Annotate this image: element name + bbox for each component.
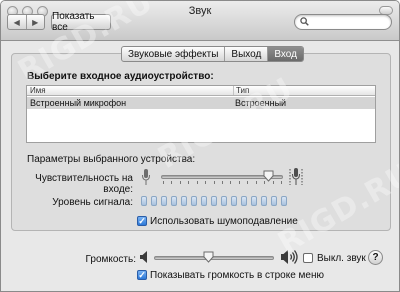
device-type: Встроенный xyxy=(235,98,287,108)
slider-tick xyxy=(255,181,257,184)
noise-reduction-checkbox[interactable]: ✓ xyxy=(137,216,147,226)
signal-level-bar xyxy=(141,196,147,206)
signal-level-bar xyxy=(261,196,267,206)
tab-sound-effects[interactable]: Звуковые эффекты xyxy=(122,47,224,61)
column-header-type[interactable]: Тип xyxy=(233,86,249,95)
speaker-high-icon xyxy=(281,250,298,264)
microphone-high-icon xyxy=(289,168,303,185)
search-field[interactable] xyxy=(294,14,392,30)
signal-level-bar xyxy=(231,196,237,206)
input-device-table: Имя Тип Встроенный микрофон Встроенный xyxy=(26,85,376,143)
show-all-button[interactable]: Показать все xyxy=(51,11,111,33)
back-button[interactable]: ◀ xyxy=(8,15,26,29)
signal-level-label: Уровень сигнала: xyxy=(52,197,133,208)
signal-level-bar xyxy=(151,196,157,206)
speaker-low-icon xyxy=(140,251,147,263)
signal-level-bar xyxy=(171,196,177,206)
output-volume-slider-thumb[interactable] xyxy=(203,251,214,263)
table-row[interactable]: Встроенный микрофон Встроенный xyxy=(27,97,375,109)
slider-tick xyxy=(281,181,282,184)
signal-level-bar xyxy=(161,196,167,206)
show-volume-in-menu-checkbox[interactable]: ✓ xyxy=(137,270,147,280)
slider-tick xyxy=(163,181,164,184)
slider-tick xyxy=(196,181,198,184)
device-name: Встроенный микрофон xyxy=(30,98,127,108)
signal-level-bar xyxy=(281,196,287,206)
slider-tick xyxy=(222,181,223,184)
search-input[interactable] xyxy=(311,16,389,28)
signal-level-bar xyxy=(191,196,197,206)
slider-tick xyxy=(188,181,190,184)
slider-tick xyxy=(213,181,215,184)
signal-level-bar xyxy=(271,196,277,206)
signal-level-bar xyxy=(211,196,217,206)
show-volume-in-menu-label: Показывать громкость в строке меню xyxy=(150,270,325,281)
help-button[interactable]: ? xyxy=(368,250,383,265)
sensitivity-label: Чувствительность на входе: xyxy=(35,173,133,195)
mute-label: Выкл. звук xyxy=(317,253,366,264)
sound-preferences-window: Звук ◀ ▶ Показать все Звуковые эффекты В… xyxy=(0,0,400,292)
title-bar: Звук ◀ ▶ Показать все xyxy=(1,1,399,41)
signal-level-bar xyxy=(241,196,247,206)
signal-level-bar xyxy=(181,196,187,206)
tab-input[interactable]: Вход xyxy=(267,47,303,61)
signal-level-bar xyxy=(201,196,207,206)
column-header-name[interactable]: Имя xyxy=(30,86,46,95)
navigation-control: ◀ ▶ xyxy=(7,14,45,30)
output-volume-label: Громкость: xyxy=(85,254,136,265)
slider-tick xyxy=(205,181,207,184)
microphone-low-icon xyxy=(142,169,150,185)
input-device-heading: Выберите входное аудиоустройство: xyxy=(27,71,214,82)
forward-button[interactable]: ▶ xyxy=(25,15,45,29)
noise-reduction-label: Использовать шумоподавление xyxy=(150,216,298,227)
signal-level-bar xyxy=(251,196,257,206)
mute-checkbox[interactable] xyxy=(303,253,313,263)
slider-tick xyxy=(171,181,173,184)
output-volume-slider[interactable] xyxy=(154,256,274,260)
slider-tick xyxy=(230,181,232,184)
sensitivity-slider-thumb[interactable] xyxy=(263,170,274,182)
slider-tick xyxy=(179,181,181,184)
tab-bar: Звуковые эффекты Выход Вход xyxy=(121,46,304,62)
search-icon xyxy=(300,17,309,26)
table-header: Имя Тип xyxy=(27,86,375,96)
signal-level-bar xyxy=(221,196,227,206)
device-params-heading: Параметры выбранного устройства: xyxy=(27,154,196,165)
slider-tick xyxy=(238,181,240,184)
slider-tick xyxy=(247,181,249,184)
tab-output[interactable]: Выход xyxy=(224,47,267,61)
